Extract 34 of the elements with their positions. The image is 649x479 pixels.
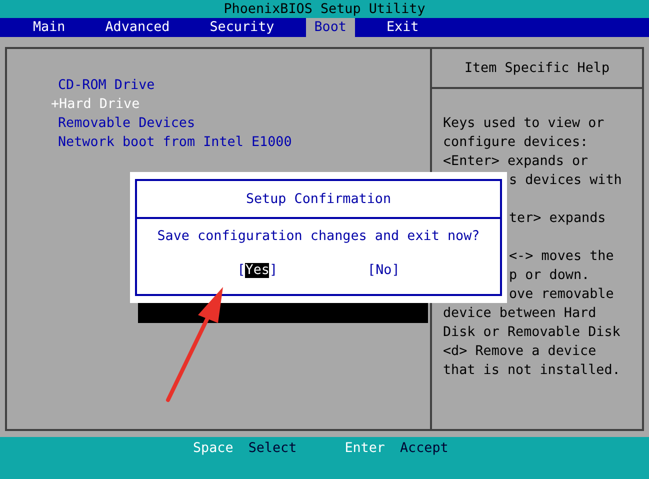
menu-tab[interactable]: Security	[202, 18, 282, 37]
bracket-text: ]	[392, 263, 400, 278]
help-text-line: ter> expands	[508, 210, 607, 228]
help-text-line: Disk or Removable Disk	[443, 324, 622, 342]
help-text-line: configure devices:	[443, 134, 590, 152]
window-title: PhoenixBIOS Setup Utility	[224, 2, 426, 16]
menu-tab[interactable]: Main	[25, 18, 74, 37]
key-hint: Enter	[344, 441, 385, 456]
bracket-text: ]	[269, 263, 278, 278]
dialog-message: Save configuration changes and exit now?	[157, 229, 480, 244]
dialog-title: Setup Confirmation	[246, 192, 392, 206]
bracket-text: [	[368, 263, 376, 278]
key-hint: Space	[193, 441, 234, 456]
help-text-line: <d> Remove a device	[443, 343, 598, 361]
help-text-line: ove removable	[508, 286, 615, 304]
help-text-line: p or down.	[508, 267, 591, 285]
help-title: Item Specific Help	[464, 60, 610, 76]
help-text-line: device between Hard	[443, 305, 598, 323]
help-text-line: s devices with	[508, 172, 623, 190]
menu-tab[interactable]: Exit	[378, 18, 427, 37]
menu-tab[interactable]: Boot	[306, 18, 354, 37]
boot-device-item[interactable]: Network boot from Intel E1000	[51, 134, 430, 151]
dialog-option[interactable]: Yes	[245, 263, 270, 278]
dialog-option[interactable]: No	[376, 263, 392, 278]
boot-device-item[interactable]: CD-ROM Drive	[51, 77, 430, 94]
help-text-line: <-> moves the	[508, 248, 615, 266]
key-action: Accept	[400, 441, 448, 456]
help-text-line: <Enter> expands or	[443, 153, 590, 171]
bracket-text: [	[237, 263, 246, 278]
key-action: Select	[248, 441, 297, 456]
boot-device-item[interactable]: Removable Devices	[51, 115, 430, 132]
menu-tab[interactable]: Advanced	[97, 18, 178, 37]
help-text-line: that is not installed.	[443, 362, 622, 380]
help-text-line: Keys used to view or	[443, 115, 606, 133]
